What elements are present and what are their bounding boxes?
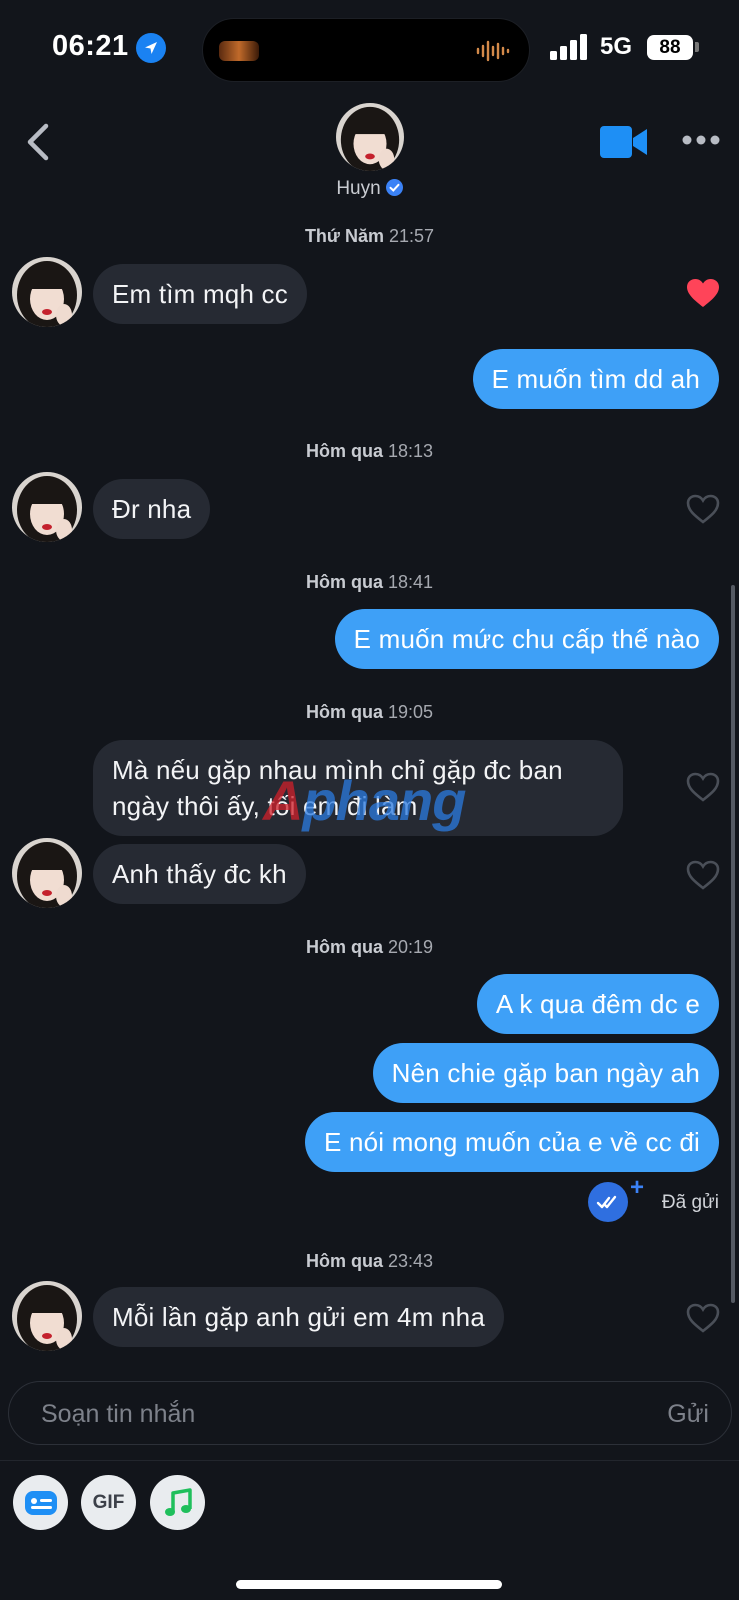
- heart-outline-icon[interactable]: [686, 860, 720, 890]
- dynamic-island: [202, 18, 530, 82]
- watermark-logo: Aphang: [263, 769, 466, 832]
- plus-icon: +: [630, 1174, 645, 1201]
- status-time: 06:21: [52, 30, 129, 62]
- sender-avatar[interactable]: [12, 838, 82, 908]
- sender-avatar[interactable]: [12, 1281, 82, 1351]
- heart-outline-icon[interactable]: [686, 772, 720, 802]
- double-check-icon: [588, 1182, 628, 1222]
- timestamp: Hôm qua 18:13: [305, 441, 434, 461]
- sent-message-bubble[interactable]: A k qua đêm dc e: [476, 974, 719, 1034]
- received-message-bubble[interactable]: Em tìm mqh cc: [93, 264, 307, 324]
- audio-wave-icon: [476, 40, 510, 62]
- sticker-icon: [24, 1490, 57, 1515]
- timestamp: Hôm qua 23:43: [305, 1251, 434, 1271]
- chevron-left-icon: [27, 123, 49, 161]
- chat-screen: 06:21 5G 88 Huyn Thứ Năm 21:57 Em tìm mq…: [0, 0, 739, 1600]
- now-playing-thumbnail: [219, 41, 259, 61]
- received-message-bubble[interactable]: Anh thấy đc kh: [93, 844, 306, 904]
- timestamp: Hôm qua 20:19: [305, 937, 434, 957]
- timestamp: Thứ Năm 21:57: [304, 226, 435, 246]
- heart-filled-icon[interactable]: [686, 278, 720, 308]
- heart-outline-icon[interactable]: [686, 494, 720, 524]
- heart-outline-icon[interactable]: [686, 1303, 720, 1333]
- video-call-button[interactable]: [600, 126, 648, 163]
- signal-bars-icon: [550, 34, 587, 60]
- sticker-button[interactable]: [13, 1475, 68, 1530]
- received-message-bubble[interactable]: Đr nha: [93, 479, 211, 539]
- send-button[interactable]: Gửi: [667, 1400, 709, 1429]
- battery-nub: [695, 42, 699, 52]
- home-indicator[interactable]: [236, 1580, 502, 1589]
- gif-icon: GIF: [92, 1491, 125, 1513]
- received-message-bubble[interactable]: Mỗi lần gặp anh gửi em 4m nha: [93, 1287, 504, 1347]
- sent-message-bubble[interactable]: E muốn mức chu cấp thế nào: [334, 609, 719, 669]
- message-composer[interactable]: Gửi: [8, 1381, 732, 1445]
- message-input[interactable]: [41, 1396, 601, 1432]
- timestamp: Hôm qua 18:41: [305, 572, 434, 592]
- battery-level: 88: [647, 35, 693, 60]
- gif-button[interactable]: GIF: [81, 1475, 136, 1530]
- sender-avatar[interactable]: [12, 257, 82, 327]
- back-button[interactable]: [24, 122, 52, 167]
- sender-avatar[interactable]: [12, 472, 82, 542]
- contact-avatar[interactable]: [336, 103, 404, 171]
- music-note-icon: [164, 1487, 192, 1516]
- contact-name-row[interactable]: Huyn: [0, 178, 739, 200]
- more-options-button[interactable]: [682, 132, 720, 150]
- music-button[interactable]: [150, 1475, 205, 1530]
- scrollbar[interactable]: [731, 585, 735, 1303]
- contact-name: Huyn: [336, 178, 381, 199]
- sent-message-bubble[interactable]: E nói mong muốn của e về cc đi: [305, 1112, 719, 1172]
- verified-badge-icon: [385, 179, 403, 196]
- network-type: 5G: [600, 33, 633, 60]
- divider: [0, 1460, 739, 1461]
- more-dots-icon: [682, 135, 720, 145]
- sent-message-bubble[interactable]: Nên chie gặp ban ngày ah: [372, 1043, 719, 1103]
- video-camera-icon: [600, 126, 647, 158]
- timestamp: Hôm qua 19:05: [305, 702, 434, 722]
- sent-message-bubble[interactable]: E muốn tìm dd ah: [472, 349, 719, 409]
- location-arrow-icon: [136, 33, 166, 63]
- sent-status: Đã gửi: [661, 1192, 719, 1213]
